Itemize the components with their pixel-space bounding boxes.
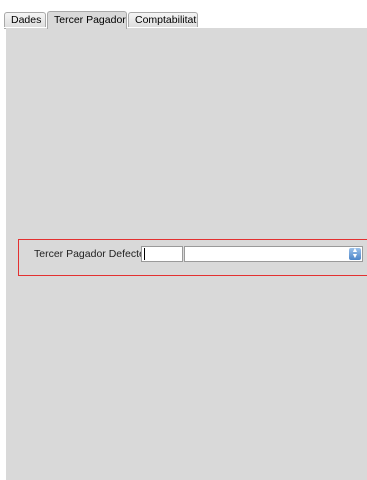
tab-dades[interactable]: Dades (4, 12, 46, 27)
text-cursor (144, 248, 145, 260)
tercer-pagador-name-combo[interactable]: ▲ ▼ (184, 246, 363, 262)
tercer-pagador-defecte-label: Tercer Pagador Defecte : (34, 248, 151, 260)
tab-tercer-pagador[interactable]: Tercer Pagador (47, 11, 127, 29)
tercer-pagador-code-input[interactable] (141, 246, 183, 262)
tab-comptabilitat[interactable]: Comptabilitat (128, 12, 198, 27)
spinner-arrows-icon[interactable]: ▲ ▼ (349, 247, 361, 260)
tab-strip: Dades Tercer Pagador Comptabilitat (4, 11, 367, 29)
